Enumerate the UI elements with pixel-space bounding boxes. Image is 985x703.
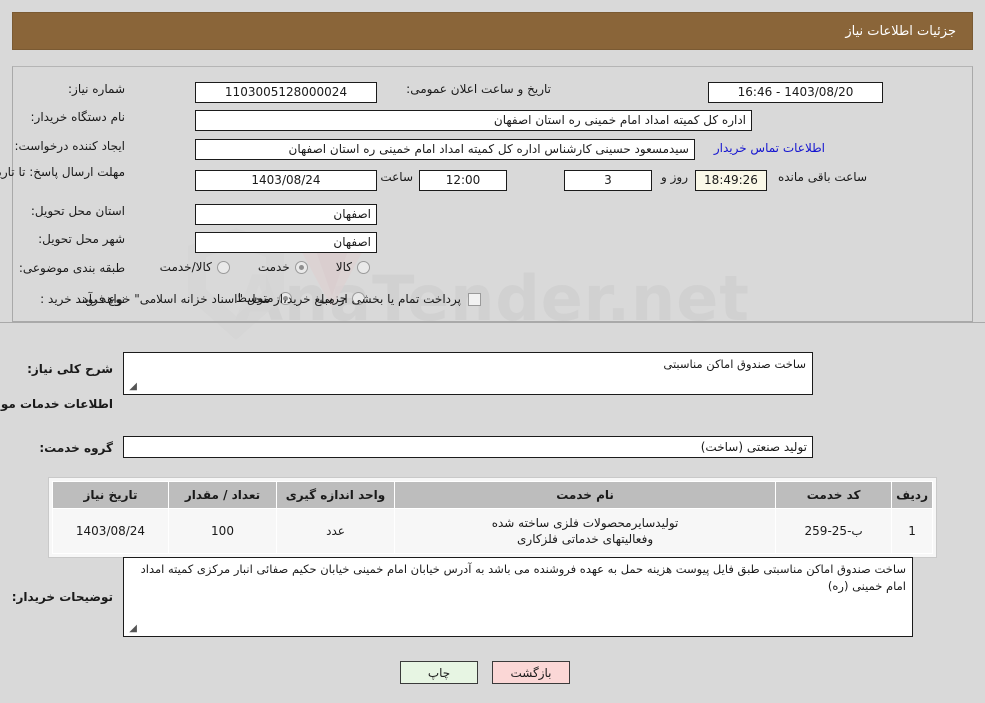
col-unit: واحد اندازه گیری	[276, 481, 395, 509]
buyer-notes-textarea[interactable]: ساخت صندوق اماکن مناسبتی طبق فایل پیوست …	[123, 557, 913, 637]
category-option-kala-khedmat-label: کالا/خدمت	[159, 260, 212, 274]
cell-service-name: تولیدسایرمحصولات فلزی ساخته شده وفعالیته…	[393, 508, 777, 554]
services-table-header-row: ردیف کد خدمت نام خدمت واحد اندازه گیری ت…	[52, 481, 933, 509]
col-service-name: نام خدمت	[393, 481, 777, 509]
remaining-label-row: ساعت باقی مانده	[778, 170, 867, 184]
requester-label-row: ایجاد کننده درخواست:	[14, 139, 125, 153]
deadline-hour-row: 12:00	[419, 170, 507, 191]
summary-label: شرح کلی نیاز:	[27, 362, 113, 376]
notes-label-row: توضیحات خریدار:	[12, 590, 113, 604]
need-number-field-row: 1103005128000024	[195, 82, 377, 103]
services-section-title-row: اطلاعات خدمات مورد نیاز	[0, 397, 113, 411]
category-option-khedmat[interactable]: خدمت	[258, 260, 308, 274]
cell-row-no: 1	[891, 508, 933, 554]
treasury-checkbox[interactable]	[468, 292, 481, 306]
announce-datetime-label: تاریخ و ساعت اعلان عمومی:	[406, 82, 551, 96]
city-value: اصفهان	[195, 232, 377, 253]
col-service-code: کد خدمت	[775, 481, 893, 509]
deadline-label-row: مهلت ارسال پاسخ: تا تاریخ:	[0, 164, 125, 180]
deadline-label: مهلت ارسال پاسخ: تا تاریخ:	[0, 165, 125, 179]
section-divider	[0, 322, 985, 323]
deadline-date-row: 1403/08/24	[195, 170, 377, 191]
summary-label-row: شرح کلی نیاز:	[27, 362, 113, 376]
treasury-note-row: پرداخت تمام یا بخشی از مبلغ خرید،از محل …	[78, 292, 481, 306]
services-table-wrap: ردیف کد خدمت نام خدمت واحد اندازه گیری ت…	[48, 477, 937, 558]
service-group-label-row: گروه خدمت:	[39, 441, 113, 455]
category-radio-group: کالا خدمت کالا/خدمت	[160, 260, 370, 274]
deadline-hour-label: ساعت	[380, 170, 413, 184]
remaining-time-value: 18:49:26	[695, 170, 767, 191]
requester-value: سیدمسعود حسینی کارشناس اداره کل کمیته ام…	[195, 139, 695, 160]
services-table: ردیف کد خدمت نام خدمت واحد اندازه گیری ت…	[52, 481, 933, 554]
notes-resize-grip-icon[interactable]: ◢	[127, 624, 137, 634]
province-label: استان محل تحویل:	[30, 204, 125, 218]
city-label-row: شهر محل تحویل:	[38, 232, 125, 246]
days-label-row: روز و	[661, 170, 688, 184]
cell-service-code: ب-25-259	[775, 508, 893, 554]
need-info-panel	[12, 66, 973, 322]
resize-grip-icon[interactable]: ◢	[127, 382, 137, 392]
cell-unit: عدد	[276, 508, 395, 554]
announce-datetime-field-row: 1403/08/20 - 16:46	[708, 82, 883, 103]
buyer-notes-value: ساخت صندوق اماکن مناسبتی طبق فایل پیوست …	[140, 562, 906, 593]
remaining-days-value: 3	[564, 170, 652, 191]
buyer-org-label: نام دستگاه خریدار:	[30, 110, 126, 124]
requester-label: ایجاد کننده درخواست:	[14, 139, 125, 153]
province-label-row: استان محل تحویل:	[31, 204, 125, 218]
services-table-body: 1 ب-25-259 تولیدسایرمحصولات فلزی ساخته ش…	[52, 508, 933, 554]
radio-kala[interactable]	[357, 260, 370, 274]
announce-datetime-value: 1403/08/20 - 16:46	[708, 82, 883, 103]
back-button[interactable]: بازگشت	[492, 661, 570, 684]
summary-value: ساخت صندوق اماکن مناسبتی	[663, 357, 806, 371]
footer-actions: بازگشت چاپ	[400, 661, 570, 684]
city-label: شهر محل تحویل:	[38, 232, 125, 246]
deadline-date-value: 1403/08/24	[195, 170, 377, 191]
contact-link-row[interactable]: اطلاعات تماس خریدار	[714, 141, 825, 155]
category-option-khedmat-label: خدمت	[257, 260, 290, 274]
summary-textarea[interactable]: ساخت صندوق اماکن مناسبتی ◢	[123, 352, 813, 395]
buyer-org-label-row: نام دستگاه خریدار:	[31, 110, 126, 124]
need-number-value: 1103005128000024	[195, 82, 377, 103]
buyer-contact-link[interactable]: اطلاعات تماس خریدار	[714, 141, 825, 155]
remaining-days-label: روز و	[661, 170, 688, 184]
page-title: جزئیات اطلاعات نیاز	[845, 23, 956, 39]
deadline-hour-value: 12:00	[419, 170, 507, 191]
requester-field-row: سیدمسعود حسینی کارشناس اداره کل کمیته ام…	[195, 139, 695, 160]
province-field-row: اصفهان	[195, 204, 377, 225]
buyer-org-field-row: اداره کل کمیته امداد امام خمینی ره استان…	[195, 110, 752, 131]
table-row: 1 ب-25-259 تولیدسایرمحصولات فلزی ساخته ش…	[52, 508, 933, 554]
province-value: اصفهان	[195, 204, 377, 225]
col-need-date: تاریخ نیاز	[52, 481, 169, 509]
treasury-note-text: پرداخت تمام یا بخشی از مبلغ خرید،از محل …	[78, 292, 461, 306]
page-root: AnaTender.net جزئیات اطلاعات نیاز شماره …	[0, 0, 985, 703]
page-header: جزئیات اطلاعات نیاز	[12, 12, 973, 50]
days-value-row: 3	[564, 170, 652, 191]
category-label-row: طبقه بندی موضوعی:	[19, 261, 125, 275]
remaining-time-label: ساعت باقی مانده	[777, 170, 867, 184]
city-field-row: اصفهان	[195, 232, 377, 253]
need-number-label: شماره نیاز:	[68, 82, 125, 96]
need-number-label-row: شماره نیاز:	[68, 82, 125, 96]
notes-label: توضیحات خریدار:	[11, 590, 113, 604]
col-row-no: ردیف	[891, 481, 933, 509]
category-option-kala-khedmat[interactable]: کالا/خدمت	[160, 260, 230, 274]
deadline-hour-label-row: ساعت	[380, 170, 413, 184]
services-section-title: اطلاعات خدمات مورد نیاز	[0, 397, 113, 411]
print-button[interactable]: چاپ	[400, 661, 478, 684]
announce-datetime-label-row: تاریخ و ساعت اعلان عمومی:	[406, 82, 551, 96]
service-group-value: تولید صنعتی (ساخت)	[123, 436, 813, 458]
radio-khedmat[interactable]	[294, 260, 308, 274]
cell-quantity: 100	[168, 508, 277, 554]
cell-need-date: 1403/08/24	[52, 508, 169, 554]
services-table-head: ردیف کد خدمت نام خدمت واحد اندازه گیری ت…	[52, 481, 933, 509]
service-group-label: گروه خدمت:	[39, 441, 113, 455]
radio-kala-khedmat[interactable]	[216, 260, 230, 274]
category-label: طبقه بندی موضوعی:	[18, 261, 125, 275]
category-option-kala[interactable]: کالا	[336, 260, 370, 274]
buyer-org-value: اداره کل کمیته امداد امام خمینی ره استان…	[195, 110, 752, 131]
category-option-kala-label: کالا	[335, 260, 352, 274]
remaining-time-row: 18:49:26	[695, 170, 767, 191]
col-quantity: تعداد / مقدار	[168, 481, 277, 509]
